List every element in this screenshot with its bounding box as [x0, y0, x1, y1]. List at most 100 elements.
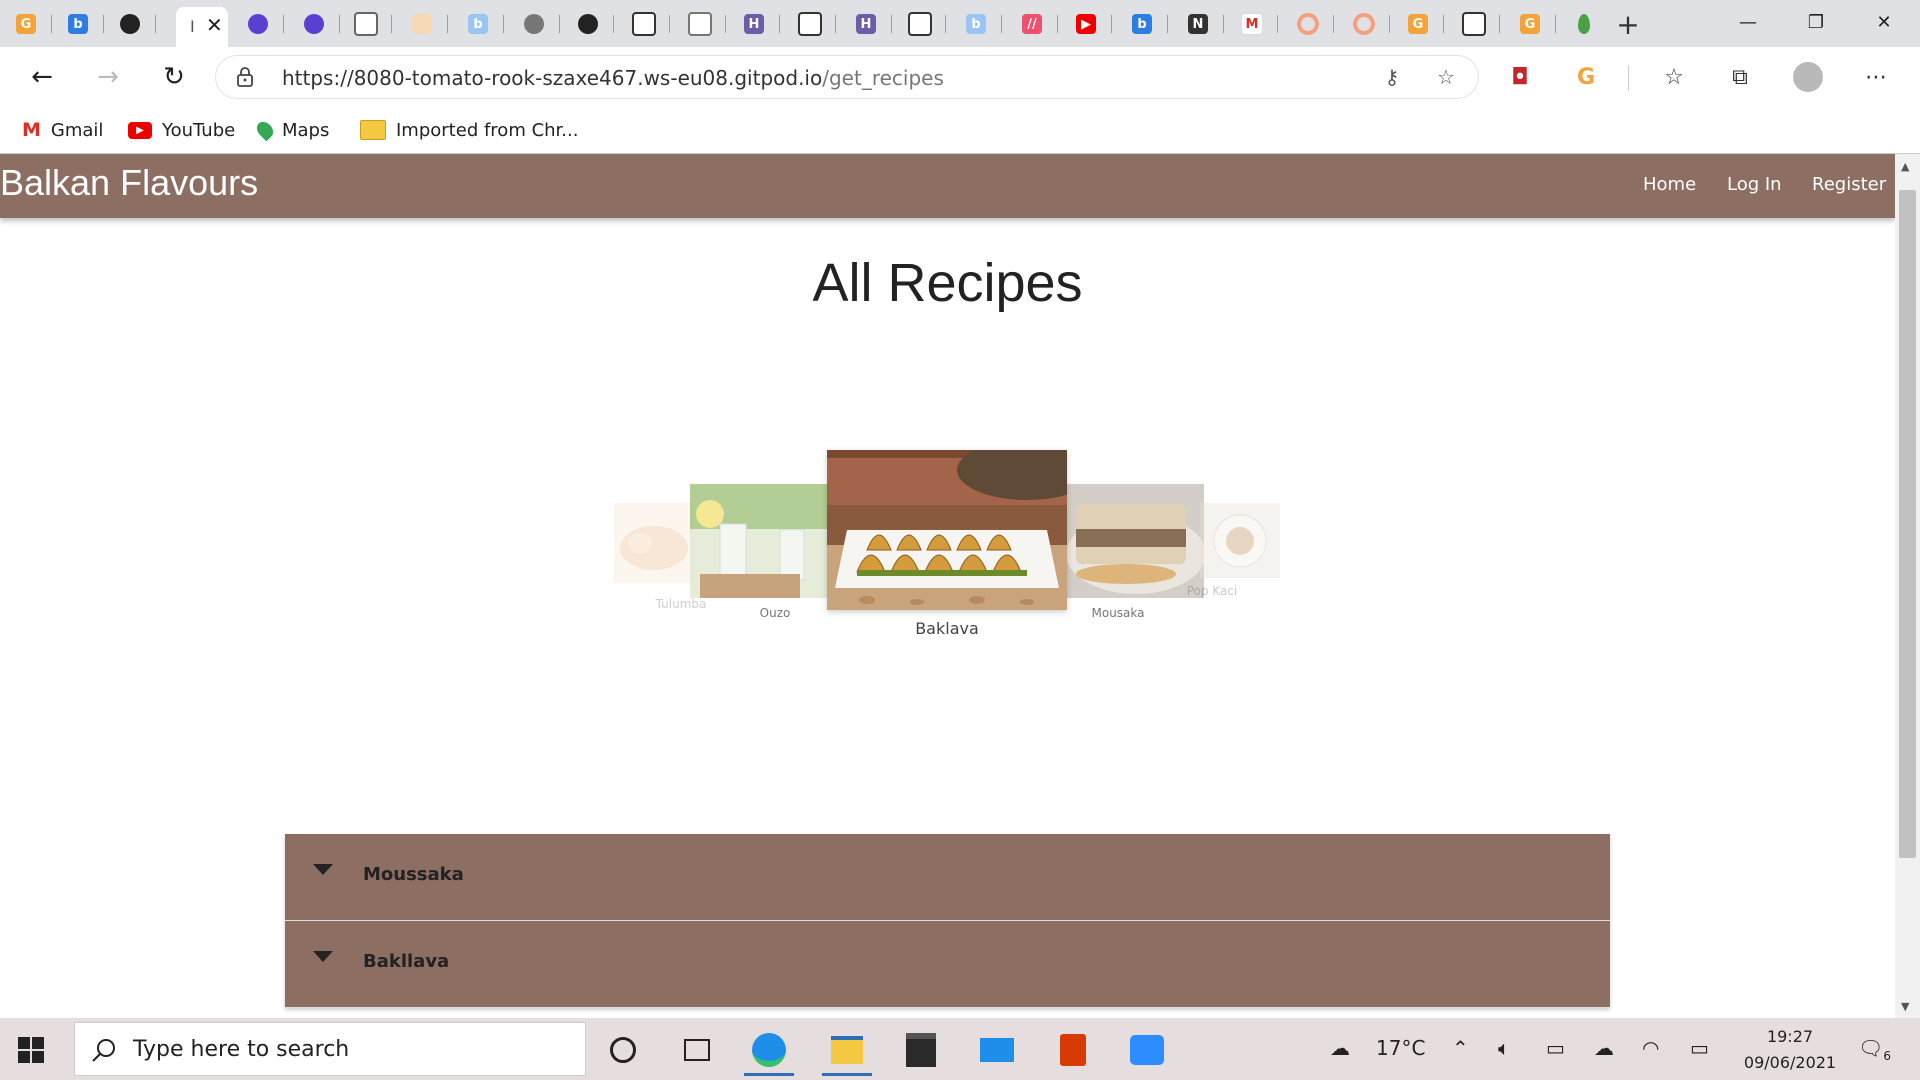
tab-heroku-2[interactable]: H	[840, 7, 892, 41]
more-menu-icon[interactable]: ⋯	[1860, 61, 1892, 93]
tab-grammarly-3[interactable]: G	[1504, 7, 1556, 41]
bookmark-gmail[interactable]: M Gmail	[22, 117, 103, 143]
tab-app-4[interactable]: N	[1172, 7, 1224, 41]
back-button[interactable]: ←	[24, 59, 60, 95]
tab-active[interactable]: I ✕	[176, 7, 228, 47]
close-window-button[interactable]: ✕	[1850, 0, 1918, 44]
recipe-item[interactable]: Bakllava	[285, 921, 1610, 1008]
gmail-icon: M	[22, 119, 41, 141]
pop-kaci-image	[1200, 503, 1280, 578]
cortana-icon[interactable]	[594, 1024, 652, 1076]
grammarly-icon: G	[16, 14, 36, 34]
minimize-button[interactable]: —	[1714, 0, 1782, 44]
tab-mongodb[interactable]	[1558, 7, 1610, 41]
file-explorer-icon[interactable]	[818, 1024, 876, 1076]
show-hidden-icons[interactable]: ⌃	[1452, 1036, 1469, 1060]
scroll-down-arrow-icon[interactable]: ▼	[1901, 1000, 1909, 1013]
tab-bing-4[interactable]: b	[1116, 7, 1168, 41]
tab-grammarly-2[interactable]: G	[1392, 7, 1444, 41]
recipe-accordion: Moussaka Bakllava	[285, 834, 1610, 1008]
tab-bing-2[interactable]: b	[452, 7, 504, 41]
tab-grammarly[interactable]: G	[0, 7, 52, 41]
tab-bing[interactable]: b	[52, 7, 104, 41]
page-icon	[632, 12, 656, 36]
forward-button[interactable]: →	[90, 59, 126, 95]
notifications-icon[interactable]: 🗨︎6	[1858, 1036, 1891, 1063]
bookmark-maps[interactable]: Maps	[253, 117, 329, 143]
battery-icon[interactable]: ▭	[1690, 1036, 1709, 1060]
carousel-item-baklava[interactable]	[827, 450, 1067, 610]
tab-page-7[interactable]	[1448, 7, 1500, 41]
task-view-icon[interactable]	[668, 1024, 726, 1076]
wifi-icon[interactable]: ◠	[1642, 1036, 1659, 1060]
tab-bing-3[interactable]: b	[950, 7, 1002, 41]
gmail-icon: M	[1241, 13, 1263, 35]
bookmark-youtube[interactable]: ▶ YouTube	[128, 117, 235, 143]
carousel-caption: Pop Kaci	[1186, 584, 1238, 598]
reload-button[interactable]: ↻	[156, 59, 192, 95]
heroku-icon: H	[856, 14, 876, 34]
new-tab-button[interactable]: +	[1610, 8, 1646, 41]
tab-app-6[interactable]	[1338, 7, 1390, 41]
pocket-icon[interactable]: ◘	[1504, 61, 1536, 93]
zoom-icon[interactable]	[1118, 1024, 1176, 1076]
restore-button[interactable]: ❐	[1782, 0, 1850, 44]
office-icon[interactable]	[1044, 1024, 1102, 1076]
tab-page-1[interactable]	[340, 7, 392, 41]
tab-app-3[interactable]: //	[1006, 7, 1058, 41]
taskbar-search[interactable]: Type here to search	[74, 1022, 586, 1076]
weather-temp[interactable]: 17°C	[1376, 1036, 1425, 1060]
carousel-item-pop-kaci[interactable]	[1200, 503, 1280, 578]
tab-page-4[interactable]	[674, 7, 726, 41]
add-favorite-icon[interactable]: ☆	[1434, 65, 1458, 89]
taskbar-clock[interactable]: 19:27 09/06/2021	[1740, 1024, 1840, 1076]
tab-page-5[interactable]	[784, 7, 836, 41]
tab-page-6[interactable]	[894, 7, 946, 41]
expand-arrow-icon[interactable]	[313, 951, 333, 962]
bing-icon: b	[1132, 14, 1152, 34]
tab-github-3[interactable]	[562, 7, 614, 41]
address-bar[interactable]: https://8080-tomato-rook-szaxe467.ws-eu0…	[216, 56, 1478, 98]
tab-app-5[interactable]	[1282, 7, 1334, 41]
mail-icon[interactable]	[968, 1024, 1026, 1076]
page-icon	[1462, 12, 1486, 36]
tab-youtube[interactable]: ▶	[1060, 7, 1112, 41]
tab-app-1[interactable]	[232, 7, 284, 41]
windows-start-icon[interactable]	[18, 1037, 44, 1063]
tab-gmail[interactable]: M	[1226, 7, 1278, 41]
close-tab-icon[interactable]: ✕	[206, 13, 223, 37]
expand-arrow-icon[interactable]	[313, 864, 333, 875]
carousel-item-ouzo[interactable]	[690, 484, 828, 598]
scroll-up-arrow-icon[interactable]: ▲	[1901, 160, 1909, 173]
key-icon[interactable]: ⚷	[1380, 65, 1404, 89]
carousel-item-mousaka[interactable]	[1066, 484, 1204, 598]
bing-icon: b	[966, 14, 986, 34]
favorites-icon[interactable]: ☆	[1658, 61, 1690, 93]
tab-page-2[interactable]	[396, 7, 448, 41]
store-icon[interactable]	[892, 1024, 950, 1076]
onedrive-icon[interactable]: ☁	[1594, 1036, 1614, 1060]
windows-taskbar: Type here to search ☁ 17°C ⌃ 🔈︎ ▭ ☁ ◠ ▭ …	[0, 1018, 1920, 1080]
edge-taskbar-icon[interactable]	[740, 1024, 798, 1076]
grammarly-extension-icon[interactable]: G	[1570, 61, 1602, 93]
mongodb-icon	[1578, 14, 1590, 34]
recipe-item[interactable]: Moussaka	[285, 834, 1610, 921]
carousel-item-tulumba[interactable]	[614, 503, 694, 583]
recipe-carousel[interactable]: Tulumba Ouzo Mousaka Pop Kaci Baklava	[0, 154, 1895, 654]
collections-icon[interactable]: ⧉	[1724, 61, 1756, 93]
recipe-name: Moussaka	[363, 864, 464, 885]
bing-icon: b	[468, 14, 488, 34]
tab-page-3[interactable]	[618, 7, 670, 41]
tab-heroku-1[interactable]: H	[728, 7, 780, 41]
volume-icon[interactable]: 🔈︎	[1498, 1036, 1510, 1060]
tab-app-2[interactable]	[288, 7, 340, 41]
weather-icon[interactable]: ☁	[1330, 1036, 1350, 1060]
tab-github-2[interactable]	[508, 7, 560, 41]
profile-avatar[interactable]	[1792, 61, 1824, 93]
page-scrollbar[interactable]: ▲ ▼	[1895, 154, 1920, 1018]
tab-github[interactable]	[104, 7, 156, 41]
app-icon	[304, 14, 324, 34]
scrollbar-thumb[interactable]	[1899, 190, 1916, 858]
meet-now-icon[interactable]: ▭	[1546, 1036, 1565, 1060]
bookmark-folder-imported[interactable]: Imported from Chr...	[360, 117, 578, 143]
